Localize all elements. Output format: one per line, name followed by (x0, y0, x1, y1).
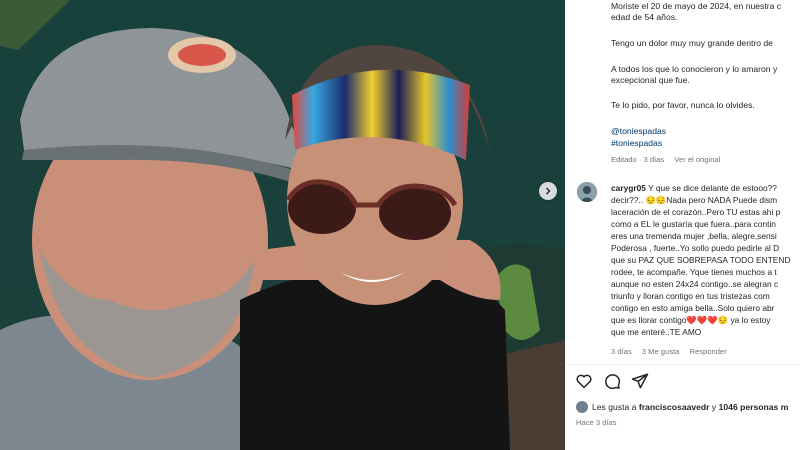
comment-text-line: decir??.. 😔😔Nada pero NADA Puede dism (611, 195, 778, 205)
likes-prefix: Les gusta a (592, 402, 639, 412)
caption-line: Te lo pido, por favor, nunca lo olvides. (611, 100, 755, 110)
comment-text-line: rodee, te acompañe. Yque tienes muchos a… (611, 267, 777, 277)
next-photo-button[interactable] (539, 182, 557, 200)
comment-text-line: Poderosa , fuerte..Yo sollo puedo pedirl… (611, 243, 780, 253)
liker-username[interactable]: franciscosaavedr (639, 402, 710, 412)
caption-line: Moriste el 20 de mayo de 2024, en nuestr… (611, 1, 782, 11)
edited-label: Editado · 3 días (611, 155, 665, 164)
comment-meta: 3 días 3 Me gusta Responder (611, 347, 735, 356)
chevron-right-icon (546, 187, 551, 195)
see-original-link[interactable]: Ver el original (674, 155, 720, 164)
comment-text-line: que su PAZ QUE SOBREPASA TODO ENTEND (611, 255, 791, 265)
comment-icon (605, 374, 621, 390)
share-button[interactable] (631, 372, 649, 395)
comment-text-line: que es llorar contigo❤️❤️❤️😔 ya lo estoy (611, 315, 771, 325)
comment-username[interactable]: carygr05 (611, 183, 646, 193)
avatar-image (577, 182, 597, 202)
caption-line: excepcional que fue. (611, 75, 690, 85)
liker-avatar[interactable] (576, 401, 588, 413)
post-photo (0, 0, 565, 450)
comment-likes-link[interactable]: 3 Me gusta (642, 347, 680, 356)
comment-button[interactable] (603, 372, 621, 395)
comment-text-line: eres una tremenda mujer ,bella, alegre,s… (611, 231, 777, 241)
share-icon (631, 373, 649, 389)
comment-text-line: como a EL le gustaría que fuera..para co… (611, 219, 776, 229)
caption-line: Tengo un dolor muy muy grande dentro de (611, 38, 773, 48)
caption-line: edad de 54 años. (611, 12, 678, 22)
comment-text-line: triunfo y lloran contigo en tus tristeza… (611, 291, 770, 301)
caption-meta: Editado · 3 días Ver el original (611, 155, 728, 164)
commenter-avatar[interactable] (577, 182, 597, 202)
comment-age: 3 días (611, 347, 632, 356)
likes-middle: y (709, 402, 719, 412)
likes-summary: Les gusta a franciscosaavedr y 1046 pers… (592, 402, 788, 412)
comment-text-line: que me enteré..TE AMO (611, 327, 702, 337)
hashtag-link[interactable]: #toniespadas (611, 138, 662, 149)
post-timestamp: Hace 3 días (576, 418, 617, 427)
comment-text-line: laceración de el corazón..Pero TU estas … (611, 207, 781, 217)
heart-icon (576, 374, 592, 389)
comment-text-line: contigo en esto amiga bella..Solo quiero… (611, 303, 775, 313)
post-side-panel: Moriste el 20 de mayo de 2024, en nuestr… (565, 0, 800, 450)
caption-line: A todos los que lo conocieron y lo amaro… (611, 64, 778, 74)
reply-button[interactable]: Responder (690, 347, 727, 356)
comment-text-line: aunque no esten 24x24 contigo..se alegra… (611, 279, 779, 289)
likes-count-link[interactable]: 1046 personas m (719, 402, 789, 412)
selfie-image (0, 0, 565, 450)
actions-divider (565, 364, 800, 365)
comment-first-line: carygr05 Y que se dice delante de estooo… (611, 183, 777, 195)
comment-text-line: Y que se dice delante de estooo?? (648, 183, 777, 193)
like-button[interactable] (575, 372, 593, 395)
mention-link[interactable]: @toniespadas (611, 126, 666, 137)
